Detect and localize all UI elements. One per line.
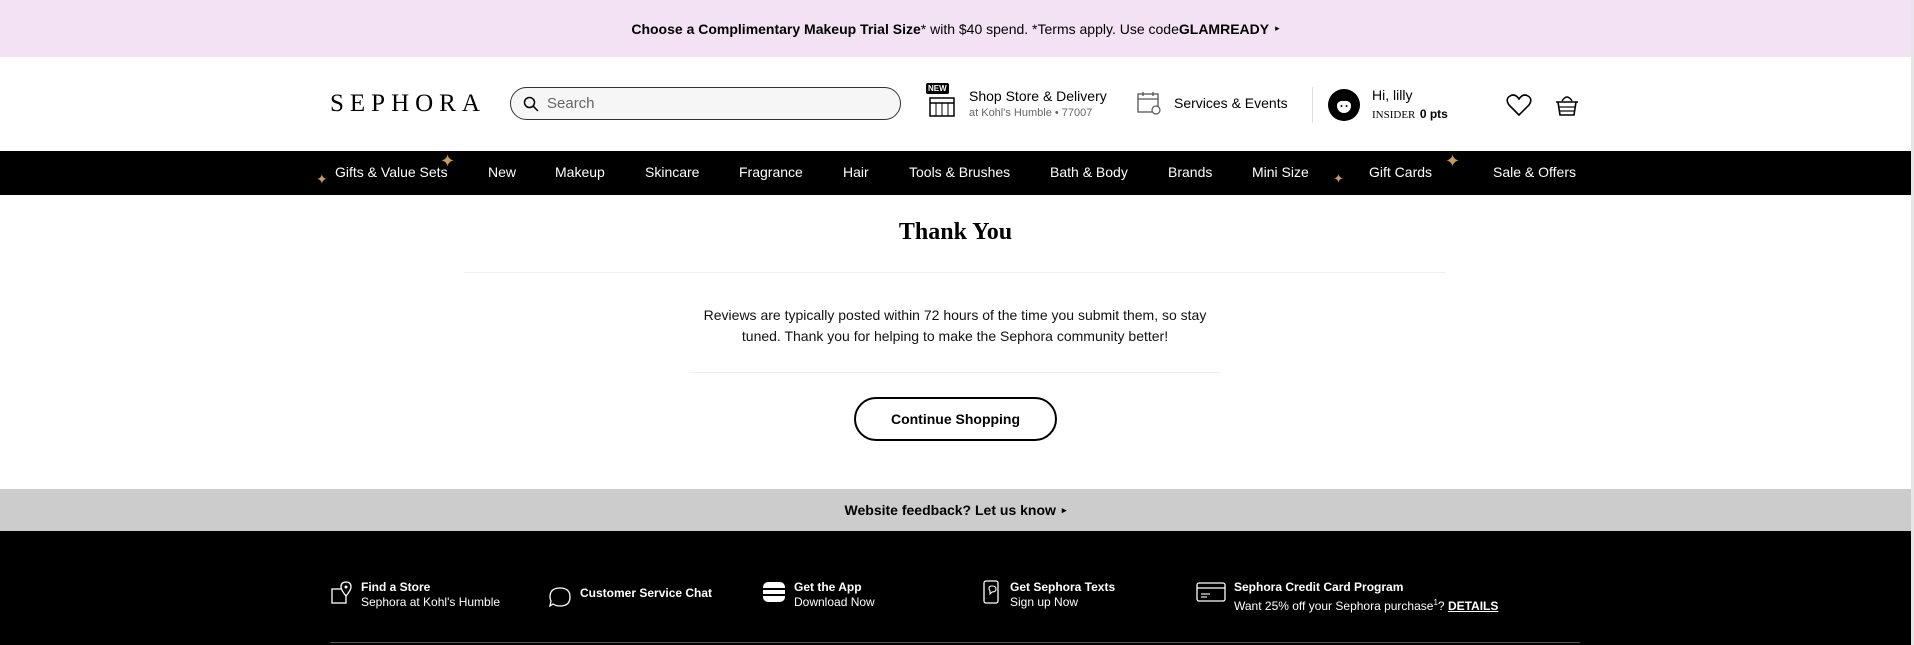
nav-tools-brushes[interactable]: Tools & Brushes bbox=[909, 164, 1010, 180]
store-pin-icon bbox=[331, 581, 352, 604]
website-feedback-bar[interactable]: Website feedback? Let us know ▸ bbox=[0, 489, 1911, 531]
nav-hair[interactable]: Hair bbox=[843, 164, 869, 180]
get-app-link[interactable]: Get the App Download Now bbox=[762, 580, 875, 610]
texts-sub: Sign up Now bbox=[1010, 595, 1079, 609]
nav-gifts[interactable]: Gifts & Value Sets bbox=[335, 164, 448, 180]
promo-banner[interactable]: Choose a Complimentary Makeup Trial Size… bbox=[0, 0, 1911, 57]
loves-heart-icon[interactable] bbox=[1506, 93, 1532, 122]
nav-bath-body[interactable]: Bath & Body bbox=[1050, 164, 1128, 180]
app-sub: Download Now bbox=[794, 595, 875, 609]
promo-offer: Choose a Complimentary Makeup Trial Size bbox=[631, 20, 921, 37]
user-greeting: Hi, lilly bbox=[1372, 87, 1413, 103]
search-input[interactable] bbox=[547, 95, 877, 112]
divider bbox=[464, 272, 1445, 273]
promo-code: GLAMREADY bbox=[1178, 20, 1270, 37]
find-store-sub: Sephora at Kohl's Humble bbox=[361, 595, 501, 609]
shop-store-title: Shop Store & Delivery bbox=[969, 87, 1107, 104]
site-header: SEPHORA NEW Shop Store & Delivery at Koh… bbox=[0, 57, 1911, 151]
nav-gift-cards[interactable]: Gift Cards bbox=[1369, 164, 1432, 180]
credit-question: ? bbox=[1437, 599, 1445, 613]
continue-shopping-button[interactable]: Continue Shopping bbox=[854, 397, 1057, 441]
feedback-arrow-icon: ▸ bbox=[1061, 504, 1067, 515]
new-badge: NEW bbox=[926, 83, 949, 94]
divider bbox=[690, 372, 1220, 373]
services-events[interactable]: Services & Events bbox=[1136, 90, 1288, 116]
avatar bbox=[1328, 89, 1360, 121]
nav-makeup[interactable]: Makeup bbox=[555, 164, 605, 180]
app-title: Get the App bbox=[794, 580, 862, 594]
credit-card-link[interactable]: Sephora Credit Card Program Want 25% off … bbox=[1196, 580, 1498, 614]
nav-new[interactable]: New bbox=[488, 164, 516, 180]
nav-sale-offers[interactable]: Sale & Offers bbox=[1493, 164, 1576, 180]
sparkle-icon: ✦ bbox=[1333, 171, 1344, 186]
account-menu[interactable]: Hi, lilly INSIDER 0 pts bbox=[1328, 87, 1448, 123]
app-icon bbox=[763, 582, 785, 602]
footer-divider bbox=[330, 642, 1580, 643]
nav-fragrance[interactable]: Fragrance bbox=[739, 164, 803, 180]
main-nav: ✦ ✦ ✦ ✦ Gifts & Value Sets New Makeup Sk… bbox=[0, 151, 1911, 195]
texts-title: Get Sephora Texts bbox=[1010, 580, 1116, 594]
sephora-logo[interactable]: SEPHORA bbox=[330, 90, 486, 118]
chat-title: Customer Service Chat bbox=[580, 586, 713, 600]
insider-tier: INSIDER bbox=[1372, 109, 1416, 121]
header-divider bbox=[1312, 87, 1313, 123]
credit-details-link[interactable]: DETAILS bbox=[1448, 599, 1498, 613]
customer-service-chat-link[interactable]: Customer Service Chat bbox=[548, 586, 712, 608]
services-label: Services & Events bbox=[1174, 95, 1288, 111]
page-title: Thank You bbox=[898, 219, 1013, 245]
credit-sub: Want 25% off your Sephora purchase bbox=[1234, 599, 1434, 613]
basket-icon[interactable] bbox=[1554, 93, 1580, 122]
sparkle-icon: ✦ bbox=[316, 171, 328, 187]
search-icon bbox=[523, 96, 539, 112]
credit-title: Sephora Credit Card Program bbox=[1234, 580, 1404, 594]
feedback-label: Website feedback? Let us know bbox=[844, 502, 1056, 518]
calendar-icon bbox=[1137, 92, 1161, 115]
get-texts-link[interactable]: Get Sephora Texts Sign up Now bbox=[982, 580, 1115, 610]
nav-skincare[interactable]: Skincare bbox=[645, 164, 699, 180]
store-icon: NEW bbox=[926, 83, 958, 119]
phone-message-icon bbox=[983, 580, 999, 604]
shop-store-delivery[interactable]: NEW Shop Store & Delivery at Kohl's Humb… bbox=[926, 83, 1107, 119]
find-store-title: Find a Store bbox=[361, 580, 431, 594]
find-store-link[interactable]: Find a Store Sephora at Kohl's Humble bbox=[331, 580, 500, 610]
chat-bubble-icon bbox=[549, 587, 571, 608]
shop-store-location: at Kohl's Humble • 77007 bbox=[969, 106, 1093, 119]
nav-brands[interactable]: Brands bbox=[1168, 164, 1212, 180]
sparkle-icon: ✦ bbox=[1445, 151, 1461, 171]
search-bar[interactable] bbox=[510, 87, 901, 120]
confirmation-message: Reviews are typically posted within 72 h… bbox=[703, 307, 1207, 344]
credit-card-icon bbox=[1196, 582, 1226, 602]
promo-arrow-icon: ▸ bbox=[1275, 23, 1280, 33]
points-balance: 0 pts bbox=[1419, 107, 1448, 121]
nav-mini-size[interactable]: Mini Size bbox=[1252, 164, 1309, 180]
site-footer: Find a Store Sephora at Kohl's Humble Cus… bbox=[0, 531, 1911, 645]
promo-terms: * with $40 spend. *Terms apply. Use code bbox=[920, 20, 1179, 37]
